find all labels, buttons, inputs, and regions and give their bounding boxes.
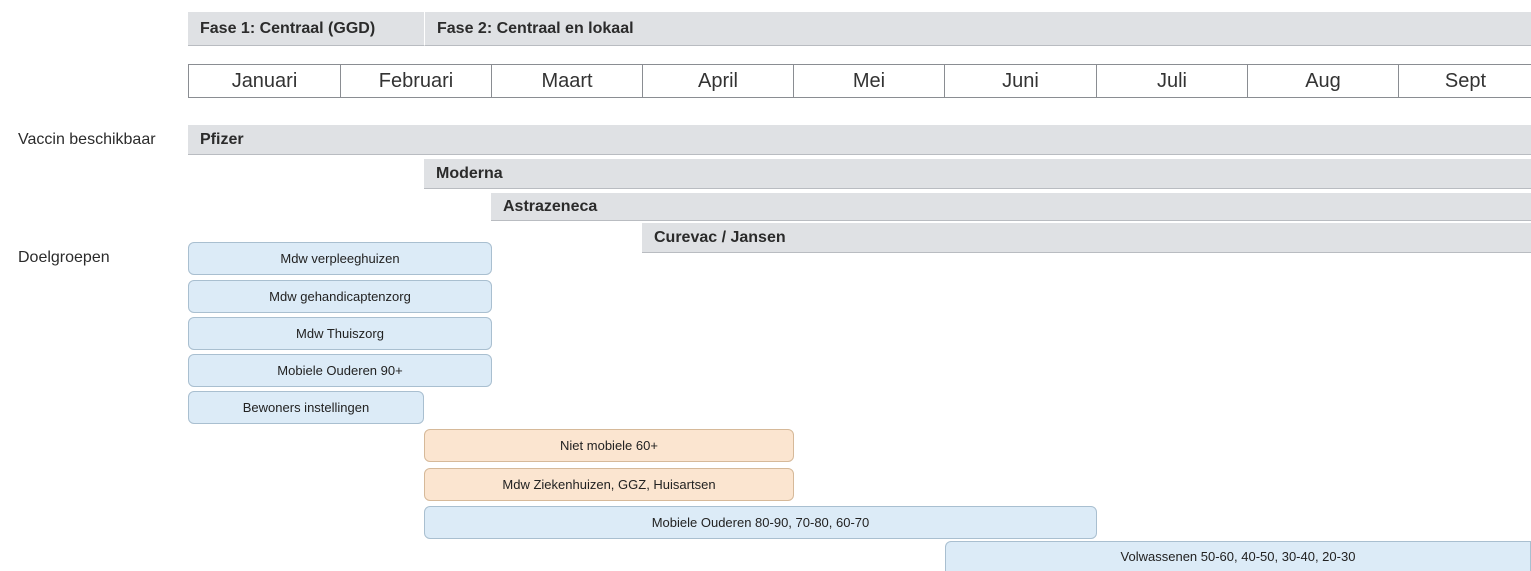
group-label: Mobiele Ouderen 80-90, 70-80, 60-70 (651, 515, 870, 530)
group-label: Mdw verpleeghuizen (280, 251, 400, 266)
group-mdw-thuiszorg: Mdw Thuiszorg (188, 317, 492, 350)
group-label: Niet mobiele 60+ (560, 438, 658, 453)
month-januari: Januari (189, 65, 341, 97)
vaccine-bar-astrazeneca: Astrazeneca (491, 193, 1531, 221)
group-volwassenen: Volwassenen 50-60, 40-50, 30-40, 20-30 (945, 541, 1531, 571)
group-mobiele-ouderen-90: Mobiele Ouderen 90+ (188, 354, 492, 387)
group-niet-mobiele-60: Niet mobiele 60+ (424, 429, 794, 462)
group-label: Mdw Ziekenhuizen, GGZ, Huisartsen (502, 477, 716, 492)
phase-2-bar: Fase 2: Centraal en lokaal (424, 12, 1531, 46)
group-mdw-verpleeghuizen: Mdw verpleeghuizen (188, 242, 492, 275)
phase-1-bar: Fase 1: Centraal (GGD) (188, 12, 424, 46)
vaccines-section-label: Vaccin beschikbaar (18, 131, 156, 148)
vaccine-label: Astrazeneca (503, 197, 598, 215)
groups-section-label: Doelgroepen (18, 249, 110, 266)
group-label: Mdw gehandicaptenzorg (269, 289, 411, 304)
group-mdw-gehandicaptenzorg: Mdw gehandicaptenzorg (188, 280, 492, 313)
group-bewoners-instellingen: Bewoners instellingen (188, 391, 424, 424)
group-mobiele-ouderen-80-60: Mobiele Ouderen 80-90, 70-80, 60-70 (424, 506, 1097, 539)
vaccine-bar-pfizer: Pfizer (188, 125, 1531, 155)
vaccine-bar-moderna: Moderna (424, 159, 1531, 189)
month-mei: Mei (794, 65, 945, 97)
month-sept: Sept (1444, 69, 1487, 92)
group-label: Bewoners instellingen (242, 400, 370, 415)
vaccine-label: Pfizer (200, 130, 244, 148)
vaccine-label: Curevac / Jansen (654, 228, 786, 246)
month-aug: Aug (1248, 65, 1399, 97)
group-label: Mdw Thuiszorg (296, 326, 384, 341)
month-maart: Maart (492, 65, 643, 97)
phase-2-label: Fase 2: Centraal en lokaal (437, 19, 634, 37)
group-mdw-ziekenhuizen: Mdw Ziekenhuizen, GGZ, Huisartsen (424, 468, 794, 501)
month-timeline: Januari Februari Maart April Mei Juni Ju… (188, 64, 1531, 98)
month-april: April (643, 65, 794, 97)
vaccine-label: Moderna (436, 164, 503, 182)
month-juli: Juli (1097, 65, 1248, 97)
phase-1-label: Fase 1: Centraal (GGD) (200, 19, 376, 37)
vaccine-bar-curevac-jansen: Curevac / Jansen (642, 223, 1531, 253)
group-label: Volwassenen 50-60, 40-50, 30-40, 20-30 (1120, 549, 1356, 564)
month-juni: Juni (945, 65, 1097, 97)
month-februari: Februari (341, 65, 492, 97)
group-label: Mobiele Ouderen 90+ (277, 363, 403, 378)
